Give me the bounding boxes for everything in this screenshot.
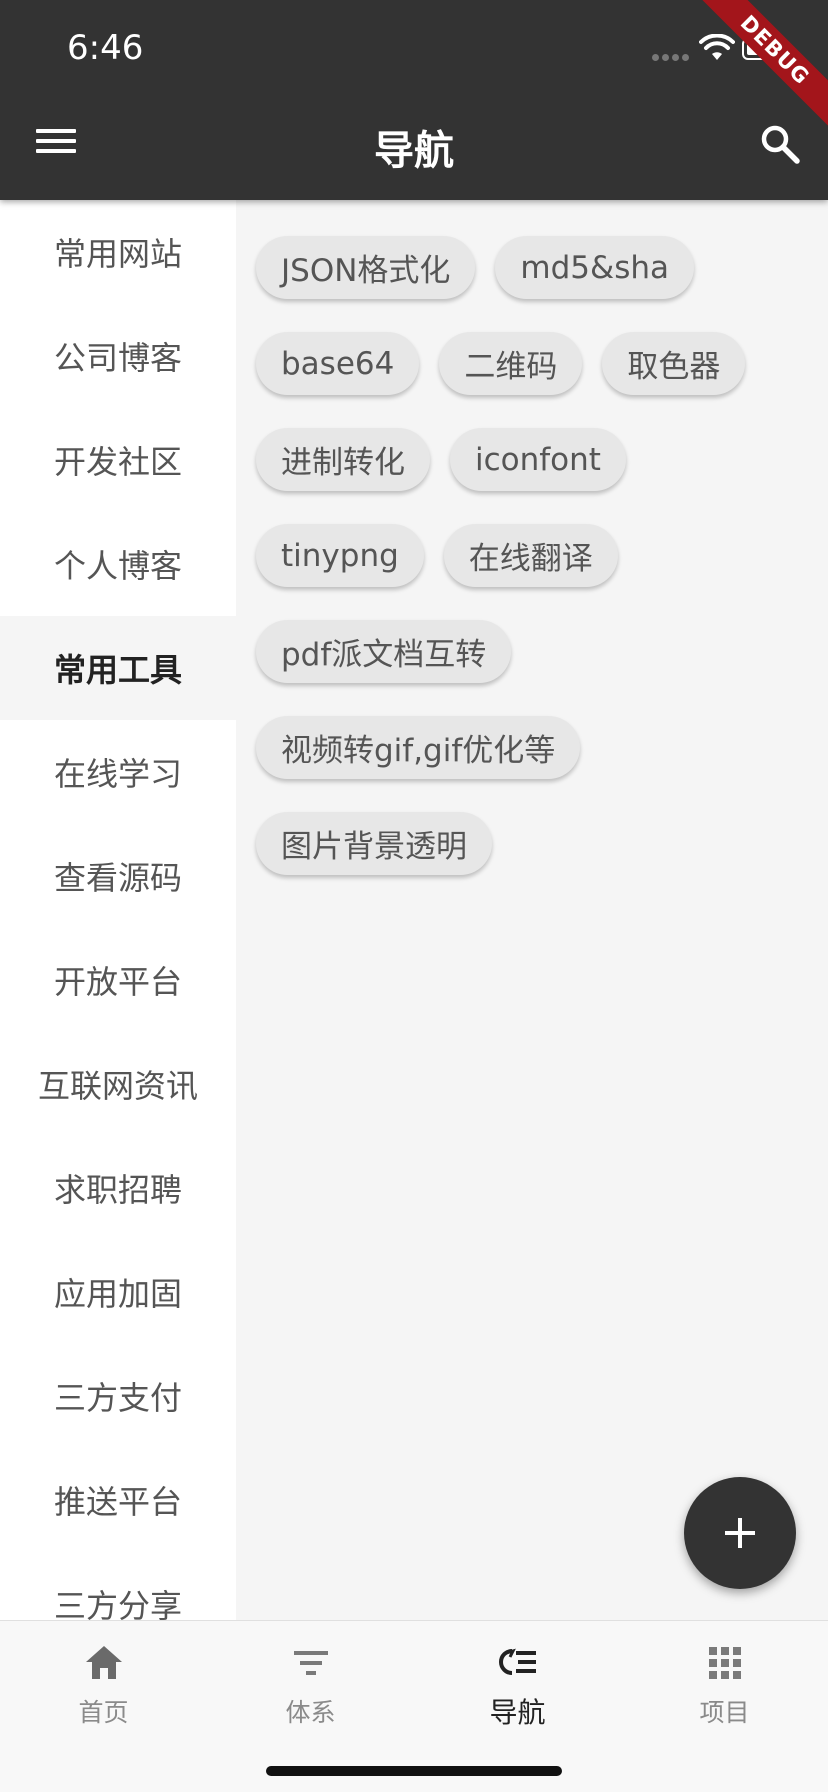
tab-home[interactable]: 首页 — [0, 1641, 207, 1741]
chip-row: 图片背景透明 — [256, 812, 828, 875]
home-icon — [85, 1646, 122, 1679]
add-fab-button[interactable] — [684, 1477, 796, 1589]
chip-tinypng[interactable]: tinypng — [256, 524, 424, 587]
tab-system[interactable]: 体系 — [207, 1641, 414, 1741]
category-sidebar: 常用网站 公司博客 开发社区 个人博客 常用工具 在线学习 查看源码 开放平台 … — [0, 200, 236, 1620]
sidebar-item-personal-blogs[interactable]: 个人博客 — [0, 512, 236, 616]
sidebar-item-dev-community[interactable]: 开发社区 — [0, 408, 236, 512]
sidebar-item-view-source[interactable]: 查看源码 — [0, 824, 236, 928]
status-time: 6:46 — [67, 28, 144, 68]
tab-navigation[interactable]: 导航 — [414, 1641, 621, 1741]
plus-icon — [725, 1518, 755, 1548]
chip-json-format[interactable]: JSON格式化 — [256, 236, 476, 299]
navigation-list-icon — [498, 1648, 536, 1675]
tab-navigation-label: 导航 — [489, 1696, 546, 1729]
chip-image-bg-remove[interactable]: 图片背景透明 — [256, 812, 492, 875]
app-bar: 6:46 DEBUG 导航 — [0, 0, 828, 200]
tab-projects-label: 项目 — [699, 1698, 750, 1727]
chip-online-translate[interactable]: 在线翻译 — [443, 524, 618, 587]
chip-row: 进制转化 iconfont — [256, 428, 828, 491]
sidebar-item-online-learning[interactable]: 在线学习 — [0, 720, 236, 824]
sidebar-item-app-hardening[interactable]: 应用加固 — [0, 1240, 236, 1344]
sidebar-item-push-platform[interactable]: 推送平台 — [0, 1448, 236, 1552]
filter-icon — [293, 1651, 328, 1675]
tab-home-label: 首页 — [78, 1698, 129, 1727]
chip-md5-sha[interactable]: md5&sha — [495, 236, 694, 299]
signal-icon — [652, 54, 689, 61]
chip-video-to-gif[interactable]: 视频转gif,gif优化等 — [256, 716, 581, 779]
sidebar-item-common-tools[interactable]: 常用工具 — [0, 616, 236, 720]
sidebar-item-sharing[interactable]: 三方分享 — [0, 1552, 236, 1620]
chip-color-picker[interactable]: 取色器 — [602, 332, 746, 395]
wifi-icon — [699, 34, 735, 60]
chip-iconfont[interactable]: iconfont — [450, 428, 626, 491]
apps-grid-icon — [708, 1647, 741, 1679]
chip-base-conversion[interactable]: 进制转化 — [256, 428, 430, 491]
sidebar-item-internet-news[interactable]: 互联网资讯 — [0, 1032, 236, 1136]
sidebar-item-payments[interactable]: 三方支付 — [0, 1344, 236, 1448]
tab-system-label: 体系 — [285, 1698, 336, 1727]
chip-row: 视频转gif,gif优化等 — [256, 716, 828, 779]
chip-row: tinypng 在线翻译 — [256, 524, 828, 587]
chip-qr-code[interactable]: 二维码 — [439, 332, 583, 395]
home-indicator — [266, 1766, 562, 1776]
search-icon[interactable] — [758, 122, 802, 166]
chip-pdf-convert[interactable]: pdf派文档互转 — [256, 620, 512, 683]
tool-chip-list: JSON格式化 md5&sha base64 二维码 取色器 进制转化 icon… — [236, 200, 828, 1620]
chip-row: base64 二维码 取色器 — [256, 332, 828, 395]
tab-projects[interactable]: 项目 — [621, 1641, 828, 1741]
page-title: 导航 — [374, 128, 454, 174]
chip-base64[interactable]: base64 — [256, 332, 420, 395]
chip-row: JSON格式化 md5&sha — [256, 236, 828, 299]
sidebar-item-company-blogs[interactable]: 公司博客 — [0, 304, 236, 408]
sidebar-item-open-platform[interactable]: 开放平台 — [0, 928, 236, 1032]
sidebar-item-common-sites[interactable]: 常用网站 — [0, 200, 236, 304]
chip-row: pdf派文档互转 — [256, 620, 828, 683]
sidebar-item-jobs[interactable]: 求职招聘 — [0, 1136, 236, 1240]
